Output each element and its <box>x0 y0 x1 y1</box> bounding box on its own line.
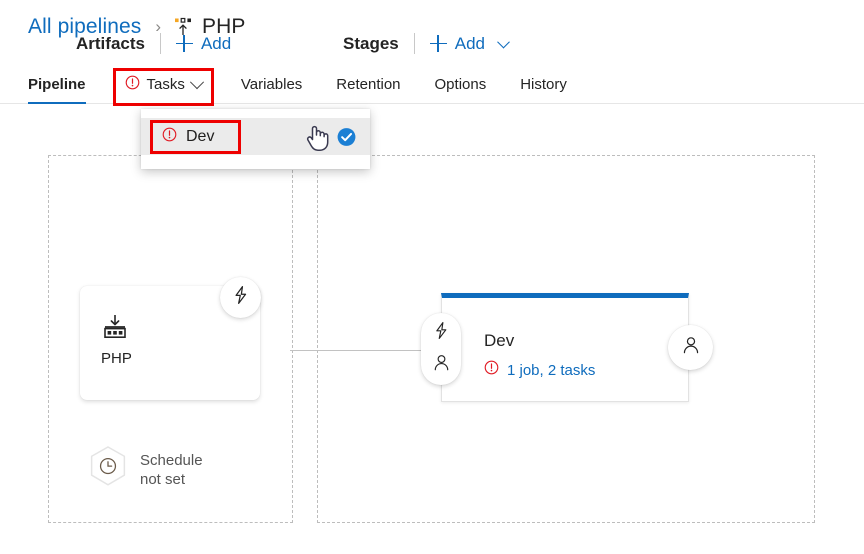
add-stage-button[interactable]: Add <box>429 33 510 54</box>
artifact-stage-connector <box>290 350 421 352</box>
post-deployment-conditions-badge[interactable] <box>668 325 713 370</box>
person-icon <box>432 353 451 377</box>
tab-variables[interactable]: Variables <box>241 76 302 103</box>
schedule-indicator[interactable]: Schedule not set <box>88 445 203 494</box>
pointing-hand-cursor <box>303 122 329 152</box>
plus-icon <box>175 35 193 52</box>
artifacts-title: Artifacts <box>76 33 145 53</box>
add-artifact-button[interactable]: Add <box>175 33 232 54</box>
lightning-bolt-icon <box>432 321 451 345</box>
tab-pipeline[interactable]: Pipeline <box>28 76 86 104</box>
tab-bar: Pipeline Tasks Variables Retention Optio… <box>0 62 864 106</box>
artifact-trigger-badge[interactable] <box>220 277 261 318</box>
tab-retention[interactable]: Retention <box>336 76 400 103</box>
tab-history-label: History <box>520 76 567 93</box>
stage-card-status[interactable]: 1 job, 2 tasks <box>484 360 595 380</box>
stage-card-name: Dev <box>484 331 515 350</box>
chevron-down-icon <box>497 35 510 49</box>
tab-tasks-label: Tasks <box>146 76 185 93</box>
stage-card-dev[interactable]: Dev 1 job, 2 tasks <box>441 293 689 402</box>
artifacts-header-divider <box>159 33 161 54</box>
plus-icon <box>429 35 447 52</box>
stage-card-status-text[interactable]: 1 job, 2 tasks <box>507 362 595 379</box>
error-icon <box>125 75 140 94</box>
pre-deployment-conditions-badge[interactable] <box>421 313 461 385</box>
add-stage-label: Add <box>454 33 485 53</box>
lightning-bolt-icon <box>231 285 251 310</box>
chevron-down-icon <box>189 74 204 89</box>
tab-pipeline-label: Pipeline <box>28 76 86 93</box>
stages-panel-header: Stages Add <box>343 33 510 54</box>
tasks-dropdown-item-dev[interactable]: Dev <box>141 118 370 155</box>
clock-hexagon-icon <box>88 445 128 494</box>
artifacts-panel-header: Artifacts Add <box>76 33 231 54</box>
stages-title: Stages <box>343 33 399 53</box>
tab-options-label: Options <box>434 76 487 93</box>
check-circle-icon <box>337 127 356 146</box>
tab-tasks[interactable]: Tasks <box>112 68 214 106</box>
error-icon <box>484 360 499 380</box>
tasks-dropdown-item-dev-highlight: Dev <box>149 119 242 154</box>
person-icon <box>681 335 701 360</box>
artifact-card-name: PHP <box>101 350 132 367</box>
tab-options[interactable]: Options <box>435 76 487 103</box>
stages-header-divider <box>413 33 415 54</box>
add-artifact-label: Add <box>200 33 232 53</box>
tab-retention-label: Retention <box>336 76 401 93</box>
artifact-build-icon <box>102 314 128 340</box>
tab-variables-label: Variables <box>240 76 303 93</box>
tasks-dropdown-menu: Dev <box>141 109 370 169</box>
tab-history[interactable]: History <box>520 76 567 103</box>
tasks-dropdown-item-dev-label: Dev <box>186 127 215 145</box>
schedule-label: Schedule not set <box>140 451 203 488</box>
error-icon <box>162 127 177 147</box>
